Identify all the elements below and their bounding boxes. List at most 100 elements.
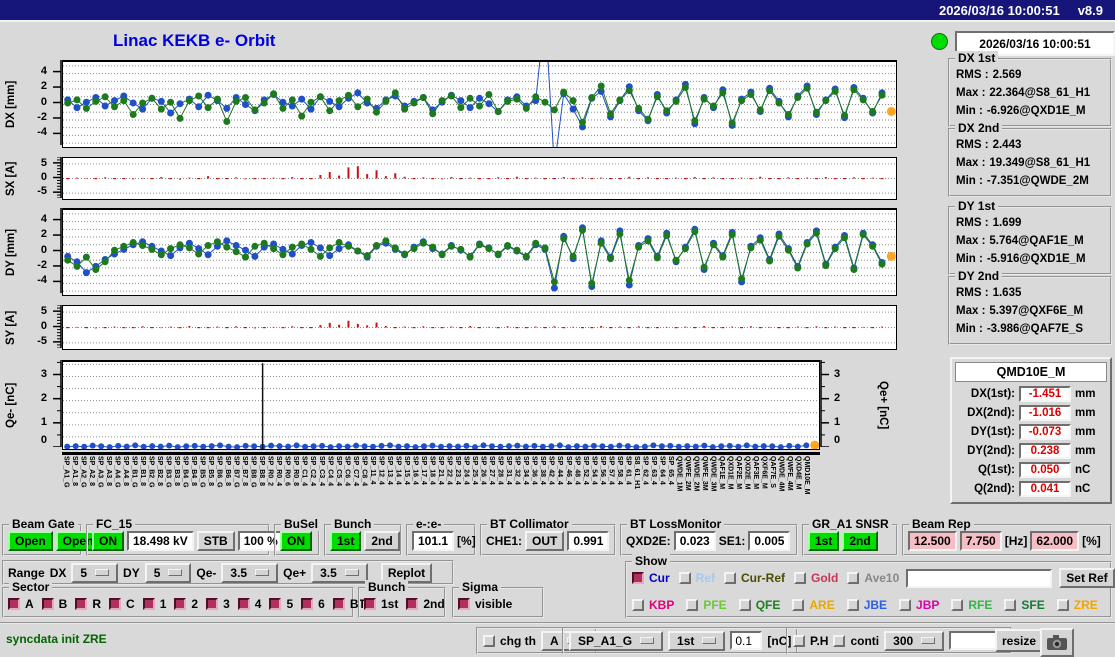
bpm-label: SP_64_4 (658, 456, 666, 485)
titlebar: 2026/03/16 10:00:51 v8.9 (0, 0, 1115, 22)
sp-bunch-dropdown[interactable]: 1st (668, 630, 726, 651)
sector-C-checkbox[interactable] (109, 597, 122, 610)
range-qep-dropdown[interactable]: 3.5 (311, 562, 368, 583)
show-Ave10-checkbox[interactable] (847, 572, 860, 584)
points-dropdown[interactable]: 300 (884, 630, 945, 651)
sector-A-label: A (25, 596, 34, 611)
bpm-label: QWFE_2M (684, 456, 691, 491)
sector-5-checkbox[interactable] (269, 597, 282, 610)
group-bt-lossmonitor-title: BT LossMonitor (627, 517, 725, 531)
bpm-label: SP_57_4 (607, 456, 615, 485)
chart-qe-plot-area (62, 360, 820, 451)
sector-R-checkbox[interactable] (75, 597, 88, 610)
fc15-stb-button[interactable]: STB (196, 531, 235, 551)
sector-B-checkbox[interactable] (41, 597, 54, 610)
bpm-xaxis-labels: SP_A1_G SP_A1_8 SP_A2_G SP_A2_8 SP_A3_G SP_A3… (62, 452, 820, 512)
sector-1-checkbox[interactable] (142, 597, 155, 610)
stat-row: Max :22.364@S8_61_H1 (956, 87, 1091, 99)
show-PFE: PFE (686, 598, 727, 612)
sector-R-label: R (92, 596, 102, 611)
group-beam-rep: Beam Rep 12.500 7.750 [Hz] 62.000 [%] (902, 517, 1112, 556)
show-QFE-checkbox[interactable] (738, 599, 751, 611)
page-title: Linac KEKB e- Orbit (113, 31, 276, 50)
show-JBE-checkbox[interactable] (846, 599, 859, 611)
chart-qe-ytick: 2 (40, 391, 47, 404)
bpm-label: SP_A4_8 (121, 456, 129, 486)
stat-group-dx-2nd: DX 2nd RMS :2.443 Max :19.349@S8_61_H1 Min … (948, 121, 1112, 197)
beam-gate-open-button-1[interactable]: Open (8, 531, 53, 551)
bpm-label: SP_A2_8 (87, 456, 95, 486)
bpm-label: SP_11_4 (368, 456, 376, 485)
show-ZRE-checkbox[interactable] (1056, 599, 1069, 611)
chart-dy-ytick: 0 (40, 243, 47, 256)
show-KBP: KBP (632, 598, 674, 612)
screenshot-button[interactable] (1040, 628, 1074, 657)
bunch-2nd-button[interactable]: 2nd (364, 531, 400, 551)
show-Cur-checkbox[interactable] (632, 572, 644, 584)
sigma-visible-checkbox[interactable] (458, 597, 470, 610)
chg-th-checkbox[interactable] (483, 634, 495, 647)
bunch-1st-button[interactable]: 1st (330, 531, 362, 551)
show-Ref-checkbox[interactable] (678, 572, 691, 584)
busel-on-button[interactable]: ON (280, 531, 312, 551)
show-Cur-Ref-checkbox[interactable] (724, 572, 737, 584)
dropdown-dash-icon (168, 569, 183, 576)
range-qem-dropdown[interactable]: 3.5 (221, 562, 279, 583)
show-Cur-Ref-label: Cur-Ref (741, 571, 786, 585)
show-ARE-label: ARE (809, 598, 835, 612)
sector-6-checkbox[interactable] (301, 597, 314, 610)
show-JBP-checkbox[interactable] (899, 599, 912, 611)
che1-out-button[interactable]: OUT (525, 531, 565, 551)
chart-sy-ytick: -5 (37, 334, 47, 347)
ref-file-input[interactable] (906, 568, 1053, 588)
bpm-label: SP_R0_2 (266, 456, 274, 486)
bpm-readout-title: QMD10E_M (955, 362, 1107, 382)
sp-monitor-dropdown[interactable]: SP_A1_G (569, 630, 664, 651)
show-RFE-checkbox[interactable] (951, 599, 964, 611)
show-SFE-label: SFE (1021, 598, 1045, 612)
group-beam-rep-title: Beam Rep (909, 517, 974, 531)
sector-3: 3 (206, 597, 230, 611)
show-Gold-checkbox[interactable] (794, 572, 807, 584)
bpm-label: SP_R0_8 (292, 456, 300, 486)
show-ARE-checkbox[interactable] (792, 599, 805, 611)
bpm-label: SP_A1_G (62, 456, 70, 488)
gr-a1-2nd-button[interactable]: 2nd (842, 531, 878, 551)
sector-4-checkbox[interactable] (237, 597, 250, 610)
sector-BT-checkbox[interactable] (332, 597, 345, 610)
stat-group-dy-2nd: DY 2nd RMS :1.635 Max :5.397@QXF6E_M Min :-… (948, 269, 1112, 345)
show-Ave10: Ave10 (847, 571, 899, 585)
show-QFE-label: QFE (755, 598, 781, 612)
stat-row: Min : -5.916@QXD1E_M (956, 253, 1086, 265)
sector-2-checkbox[interactable] (174, 597, 187, 610)
set-ref-button[interactable]: Set Ref (1059, 568, 1115, 588)
group-sector-title: Sector (9, 580, 53, 594)
chart-sx-ytick: 0 (40, 170, 47, 183)
bpm-label: QAF2E_M (735, 456, 743, 490)
range-qep-label: Qe+ (283, 565, 307, 580)
bpm-label: QXD1E_M (726, 456, 734, 490)
bunch-select-1st-checkbox[interactable] (364, 597, 376, 610)
show-PFE-checkbox[interactable] (686, 599, 699, 611)
fc15-on-button[interactable]: ON (92, 531, 124, 551)
resize-button[interactable]: resize (995, 629, 1044, 652)
chart-dy: DY [mm] 4 2 0 -2 -4 (2, 208, 897, 296)
conti-checkbox[interactable] (833, 634, 846, 647)
show-KBP-checkbox[interactable] (632, 599, 644, 611)
range-dy-dropdown[interactable]: 5 (144, 562, 192, 583)
sector-3-checkbox[interactable] (206, 597, 219, 610)
sector-A-checkbox[interactable] (8, 597, 20, 610)
conti-label: conti (850, 633, 880, 648)
gr-a1-1st-button[interactable]: 1st (808, 531, 840, 551)
threshold-input[interactable] (730, 631, 763, 650)
bpm-label: SP_31_4 (505, 456, 513, 485)
ph-checkbox[interactable] (793, 634, 805, 647)
group-ee-ratio-title: e-:e- (413, 517, 445, 531)
show-PFE-label: PFE (703, 598, 727, 612)
bpm-label: SP_C8_4 (360, 456, 368, 486)
bunch-select-2nd-checkbox[interactable] (406, 597, 419, 610)
range-dx-dropdown[interactable]: 5 (71, 562, 119, 583)
sigma-visible: visible (458, 597, 512, 611)
chg-th-label: chg th (500, 633, 536, 648)
show-SFE-checkbox[interactable] (1004, 599, 1017, 611)
